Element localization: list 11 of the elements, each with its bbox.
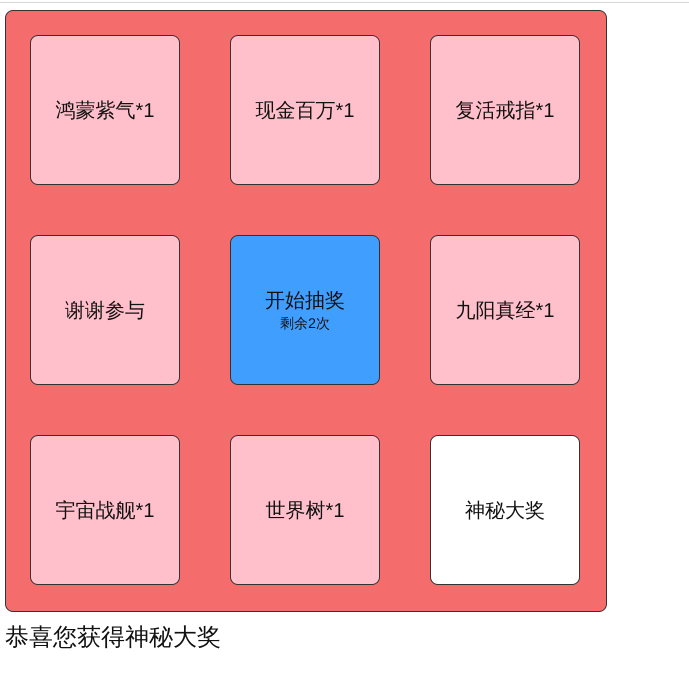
- prize-tile: 宇宙战舰*1: [30, 435, 180, 585]
- prize-tile: 谢谢参与: [30, 235, 180, 385]
- prize-tile: 鸿蒙紫气*1: [30, 35, 180, 185]
- prize-tile: 现金百万*1: [230, 35, 380, 185]
- start-draw-button[interactable]: 开始抽奖 剩余2次: [230, 235, 380, 385]
- result-message: 恭喜您获得神秘大奖: [5, 623, 222, 653]
- prize-tile: 世界树*1: [230, 435, 380, 585]
- prize-tile: 九阳真经*1: [430, 235, 580, 385]
- remaining-count: 剩余2次: [280, 314, 330, 332]
- prize-tile: 神秘大奖: [430, 435, 580, 585]
- prize-tile: 复活戒指*1: [430, 35, 580, 185]
